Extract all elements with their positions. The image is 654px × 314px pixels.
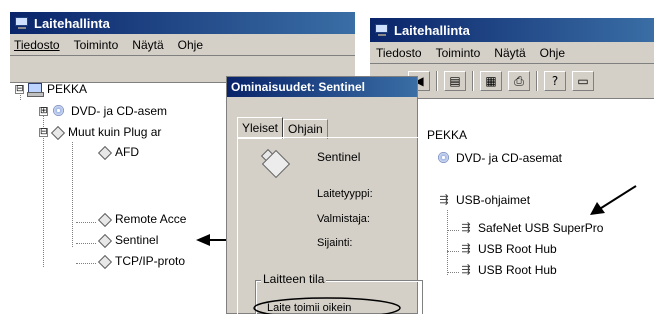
tree-item-non-pnp[interactable]: ⊟ Muut kuin Plug ar	[39, 125, 161, 139]
tree-root-pekka[interactable]: ⊟ PEKKA	[15, 82, 88, 97]
left-menubar: Tiedosto Toiminto Näytä Ohje	[10, 34, 355, 56]
dvd-drive-icon	[51, 104, 67, 118]
usb-icon: ⇶	[461, 242, 471, 255]
right-tree-item-root-hub-2[interactable]: ⇶ USB Root Hub	[458, 263, 557, 277]
annotation-arrow-diagonal-icon	[590, 185, 637, 215]
tree-item-label: DVD- ja CD-asem	[71, 104, 168, 118]
tree-item-label: SafeNet USB SuperPro	[478, 221, 604, 235]
menu-nayta[interactable]: Näytä	[132, 38, 163, 52]
toolbar-separator	[536, 71, 538, 91]
tree-item-label: USB-ohjaimet	[456, 193, 531, 207]
device-manager-icon	[374, 23, 390, 37]
toolbar-separator	[472, 71, 474, 91]
right-tree-item-dvd[interactable]: DVD- ja CD-asemat	[436, 151, 562, 165]
tab-yleiset[interactable]: Yleiset	[237, 117, 284, 139]
label-manufacturer: Valmistaja:	[317, 213, 370, 225]
tree-connector-line	[76, 243, 96, 244]
tree-item-dvd[interactable]: ⊞ DVD- ja CD-asem	[39, 104, 167, 118]
right-tree-item-usb-controllers[interactable]: ⇶ USB-ohjaimet	[436, 193, 530, 207]
menu-tiedosto[interactable]: Tiedosto	[376, 46, 422, 60]
device-diamond-icon	[98, 255, 111, 268]
label-location: Sijainti:	[317, 237, 353, 249]
view-icon[interactable]: ▤	[444, 71, 466, 91]
right-tree-item-root-hub-1[interactable]: ⇶ USB Root Hub	[458, 242, 557, 256]
tree-item-label: PEKKA	[427, 128, 468, 142]
tree-item-label: USB Root Hub	[478, 242, 557, 256]
menu-nayta[interactable]: Näytä	[494, 46, 525, 60]
device-manager-icon	[14, 16, 30, 30]
tree-item-label: USB Root Hub	[478, 263, 557, 277]
collapse-icon[interactable]: ⊟	[15, 84, 24, 94]
properties-icon[interactable]: ▦	[480, 71, 502, 91]
tree-item-tcpip[interactable]: TCP/IP-proto	[98, 254, 185, 268]
tree-connector-line	[72, 142, 73, 247]
device-diamond-icon	[51, 126, 64, 139]
menu-ohje[interactable]: Ohje	[178, 38, 203, 52]
right-toolbar: ◀ ▤ ▦ ⎙ ? ▭	[408, 66, 600, 96]
menu-tiedosto[interactable]: Tiedosto	[14, 38, 60, 52]
computer-icon	[27, 82, 44, 97]
tree-item-remote-access[interactable]: Remote Acce	[98, 212, 186, 226]
device-name: Sentinel	[317, 150, 361, 164]
menu-toiminto[interactable]: Toiminto	[74, 38, 119, 52]
left-window-title: Laitehallinta	[34, 15, 110, 31]
tree-item-sentinel[interactable]: Sentinel	[98, 233, 158, 247]
right-window-title: Laitehallinta	[394, 22, 470, 38]
usb-icon: ⇶	[461, 263, 471, 276]
menu-ohje[interactable]: Ohje	[540, 46, 565, 60]
tree-item-afd[interactable]: AFD	[98, 145, 139, 159]
dialog-titlebar[interactable]: Ominaisuudet: Sentinel	[227, 77, 417, 97]
print-icon[interactable]: ⎙	[508, 71, 530, 91]
tree-item-label: AFD	[115, 145, 139, 159]
collapse-icon[interactable]: ⊟	[39, 127, 48, 137]
right-tree-item-safenet[interactable]: ⇶ SafeNet USB SuperPro	[458, 221, 603, 235]
tree-item-label: DVD- ja CD-asemat	[456, 151, 563, 165]
right-titlebar[interactable]: Laitehallinta	[370, 18, 654, 42]
device-diamond-icon	[98, 146, 111, 159]
tree-item-label: Sentinel	[115, 233, 159, 247]
tree-item-label: Remote Acce	[115, 212, 187, 226]
tab-ohjain[interactable]: Ohjain	[283, 119, 328, 139]
tree-connector-line	[76, 222, 96, 223]
monitor-icon[interactable]: ▭	[572, 71, 594, 91]
dialog-tabs: Yleiset Ohjain	[237, 117, 328, 139]
tree-item-label: TCP/IP-proto	[115, 254, 186, 268]
device-diamond-icon	[98, 213, 111, 226]
usb-icon: ⇶	[461, 221, 471, 234]
left-titlebar[interactable]: Laitehallinta	[10, 12, 355, 34]
tree-item-label: Muut kuin Plug ar	[68, 125, 162, 139]
label-device-type: Laitetyyppi:	[317, 188, 373, 200]
dvd-drive-icon	[436, 151, 452, 165]
toolbar-separator	[436, 71, 438, 91]
tree-connector-line	[76, 263, 96, 264]
device-diamond-icon	[98, 234, 111, 247]
device-large-icon	[261, 149, 291, 179]
right-menubar: Tiedosto Toiminto Näytä Ohje	[370, 42, 654, 64]
dialog-title: Ominaisuudet: Sentinel	[231, 80, 366, 94]
right-tree-root-pekka[interactable]: PEKKA	[427, 128, 467, 142]
menu-toiminto[interactable]: Toiminto	[436, 46, 481, 60]
tree-connector-line	[447, 210, 448, 275]
help-icon[interactable]: ?	[544, 71, 566, 91]
usb-icon: ⇶	[439, 193, 449, 206]
device-status-group-label: Laitteen tila	[261, 272, 327, 286]
device-status-text: Laite toimii oikein	[267, 302, 352, 314]
expand-icon[interactable]: ⊞	[39, 106, 48, 116]
properties-dialog: Ominaisuudet: Sentinel Yleiset Ohjain Se…	[226, 76, 423, 314]
tree-item-label: PEKKA	[47, 82, 88, 96]
